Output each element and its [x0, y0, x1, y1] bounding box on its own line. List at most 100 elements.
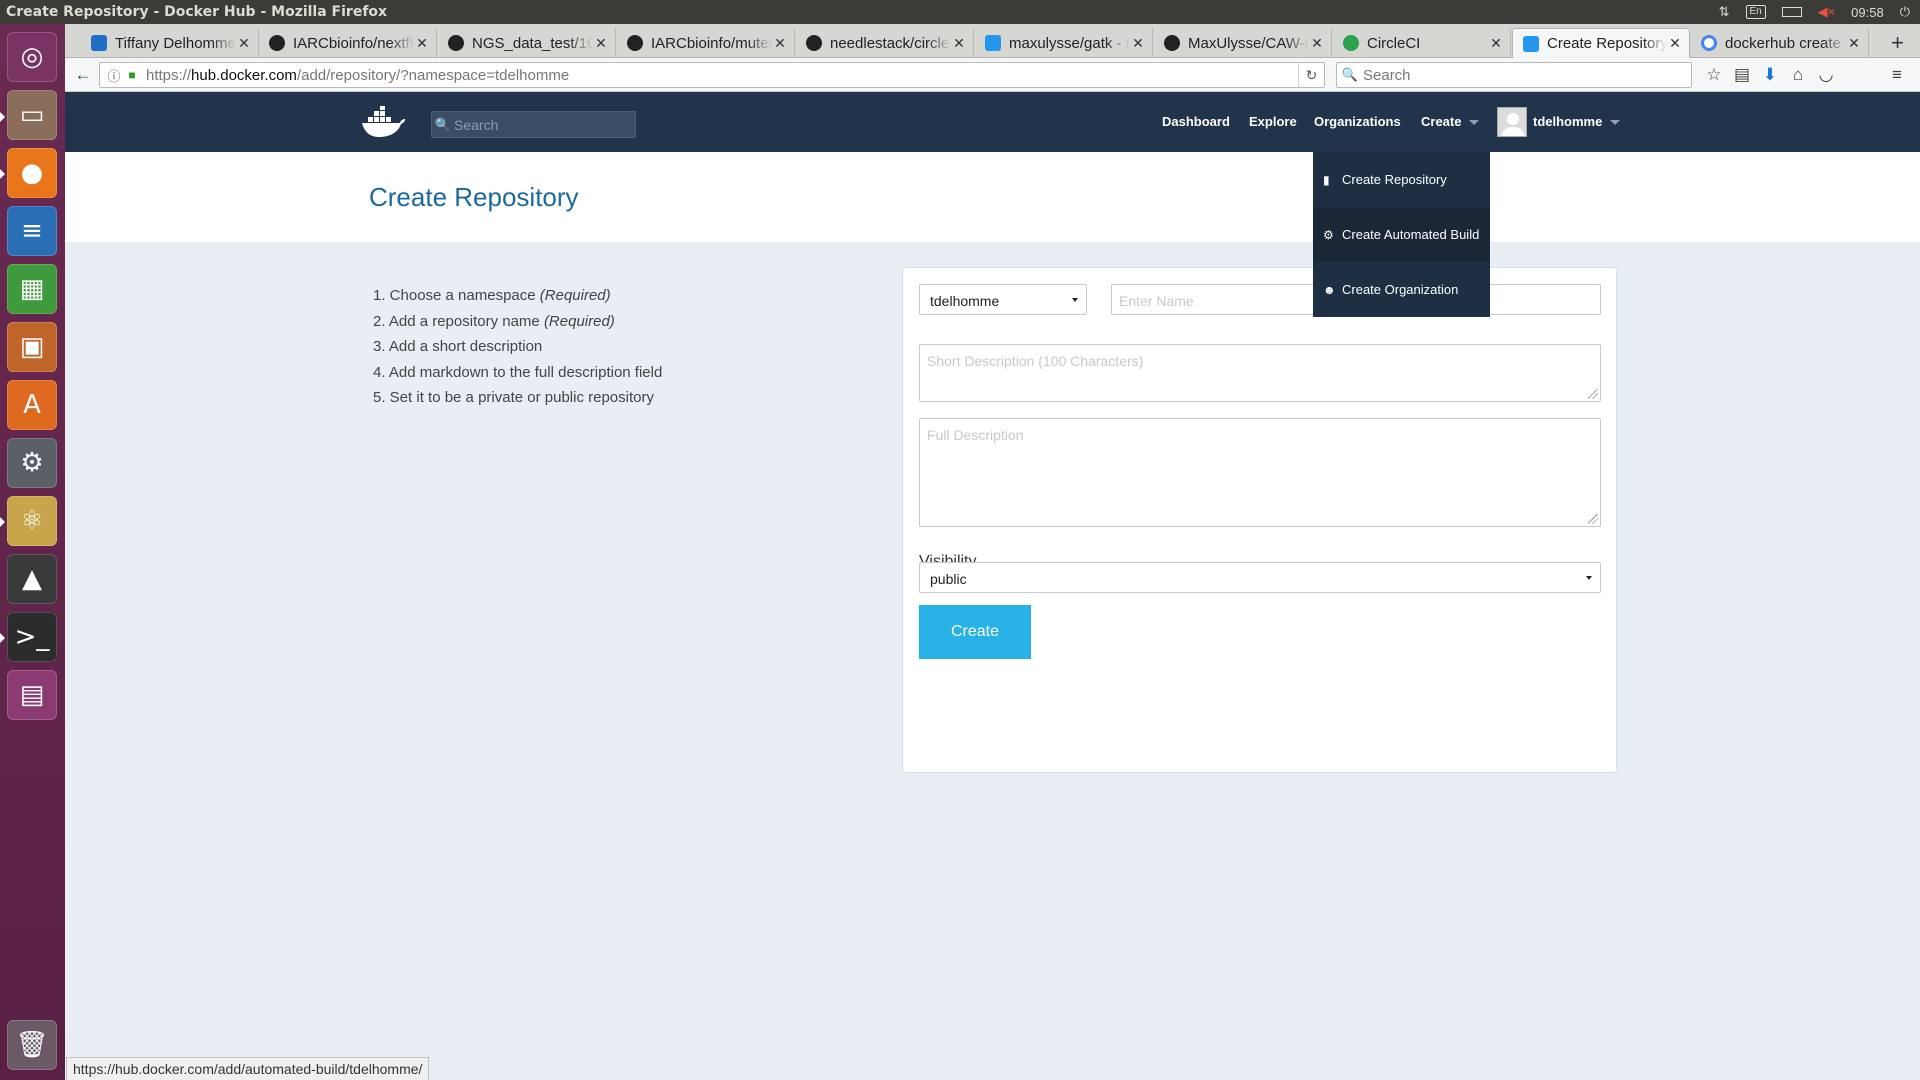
system-indicators: ⇅ En ◀× 09:58 ⏻ — [1719, 0, 1910, 24]
browser-tab[interactable]: NGS_data_test/10 ✕ — [438, 28, 616, 58]
namespace-value: tdelhomme — [930, 293, 1000, 309]
close-tab-icon[interactable]: ✕ — [951, 35, 967, 52]
reload-icon[interactable]: ↻ — [1298, 63, 1324, 87]
search-icon: 🔍 — [434, 116, 452, 132]
close-tab-icon[interactable]: ✕ — [1667, 35, 1683, 52]
back-icon[interactable]: ← — [71, 63, 95, 87]
browser-tab[interactable]: MaxUlysse/CAW-containers ✕ — [1154, 28, 1332, 58]
settings-icon[interactable]: ⚙ — [7, 438, 57, 488]
tab-label: MaxUlysse/CAW-containers — [1188, 34, 1309, 52]
home-icon[interactable]: ⌂ — [1786, 63, 1810, 87]
tab-label: Tiffany Delhomme — [115, 34, 236, 52]
bookmark-star-icon[interactable]: ☆ — [1702, 63, 1726, 87]
search-icon: 🔍 — [1341, 67, 1359, 82]
impress-icon[interactable]: ▣ — [7, 322, 57, 372]
name-placeholder: Enter Name — [1119, 293, 1194, 309]
atom-icon[interactable]: ⚛ — [7, 496, 57, 546]
create-button[interactable]: Create — [919, 605, 1031, 659]
nav-create[interactable]: Create — [1421, 114, 1480, 129]
page-title: Create Repository — [369, 182, 579, 212]
calc-icon[interactable]: ▦ — [7, 264, 57, 314]
network-icon[interactable]: ⇅ — [1719, 3, 1730, 21]
lock-icon: ■ — [128, 68, 136, 82]
new-tab-icon[interactable]: + — [1891, 30, 1904, 56]
window-title: Create Repository - Docker Hub - Mozilla… — [6, 4, 388, 20]
resize-handle-icon[interactable] — [1588, 389, 1598, 399]
tab-label: CircleCI — [1367, 34, 1421, 52]
github-icon — [1164, 35, 1180, 51]
visibility-select[interactable]: public — [919, 562, 1601, 593]
reading-list-icon[interactable]: ▤ — [1730, 63, 1754, 87]
namespace-select[interactable]: tdelhomme — [919, 284, 1087, 315]
nav-organizations[interactable]: Organizations — [1314, 114, 1401, 129]
instruction-step: 1. Choose a namespace (Required) — [373, 287, 611, 304]
caret-down-icon — [1586, 575, 1592, 580]
docker-icon — [1523, 35, 1539, 52]
menu-item-create-automated-build[interactable]: ⚙ Create Automated Build — [1313, 207, 1490, 262]
browser-tab[interactable]: Tiffany Delhomme ✕ — [81, 28, 259, 58]
workspace-switcher-icon[interactable]: ▤ — [7, 670, 57, 720]
resize-handle-icon[interactable] — [1588, 514, 1598, 524]
username: tdelhomme — [1533, 114, 1603, 129]
url-text: https://hub.docker.com/add/repository/?n… — [146, 66, 570, 84]
instruction-step: 3. Add a short description — [373, 338, 543, 355]
full-description-textarea[interactable]: Full Description — [919, 418, 1601, 527]
nav-dashboard[interactable]: Dashboard — [1162, 114, 1230, 129]
close-tab-icon[interactable]: ✕ — [1130, 35, 1146, 52]
tab-bar: Tiffany Delhomme ✕ IARCbioinfo/nextflow … — [65, 24, 1920, 58]
close-tab-icon[interactable]: ✕ — [593, 35, 609, 52]
docker-icon — [985, 35, 1001, 51]
browser-tab[interactable]: dockerhub create ✕ — [1691, 28, 1869, 58]
close-tab-icon[interactable]: ✕ — [1488, 35, 1504, 52]
close-tab-icon[interactable]: ✕ — [236, 35, 252, 52]
tab-label: NGS_data_test/10 — [472, 34, 593, 52]
browser-tab[interactable]: needlestack/circleci ✕ — [796, 28, 974, 58]
url-bar[interactable]: ⓘ ■ https://hub.docker.com/add/repositor… — [99, 62, 1325, 88]
keyboard-indicator[interactable]: En — [1745, 5, 1766, 19]
menu-icon[interactable]: ≡ — [1885, 63, 1909, 87]
firefox-icon[interactable]: ● — [7, 148, 57, 198]
sound-muted-icon[interactable]: ◀× — [1818, 3, 1836, 21]
trash-icon[interactable]: 🗑 — [7, 1020, 57, 1070]
running-indicator — [0, 169, 5, 179]
files-icon[interactable]: ▭ — [7, 90, 57, 140]
nav-explore[interactable]: Explore — [1249, 114, 1297, 129]
battery-icon[interactable] — [1781, 3, 1802, 21]
caret-down-icon — [1469, 120, 1480, 126]
close-tab-icon[interactable]: ✕ — [1309, 35, 1325, 52]
google-icon — [1701, 35, 1717, 51]
power-icon[interactable]: ⏻ — [1900, 3, 1910, 21]
browser-tab-active[interactable]: Create Repository ✕ — [1512, 28, 1690, 58]
ubuntu-dash-icon[interactable]: ◎ — [7, 32, 57, 82]
caret-down-icon — [1610, 120, 1621, 126]
page-viewport: 🔍 Search Dashboard Explore Organizations… — [65, 92, 1920, 1080]
user-menu[interactable]: tdelhomme — [1533, 114, 1621, 129]
software-center-icon[interactable]: A — [7, 380, 57, 430]
browser-tab[interactable]: maxulysse/gatk - Docker ✕ — [975, 28, 1153, 58]
create-repository-form: tdelhomme Enter Name Short Description (… — [902, 267, 1617, 773]
browser-search-input[interactable]: 🔍 Search — [1336, 62, 1692, 88]
menu-item-create-repository[interactable]: ▮ Create Repository — [1313, 152, 1490, 207]
pocket-icon[interactable]: ◡ — [1814, 63, 1838, 87]
browser-tab[interactable]: IARCbioinfo/nextflow ✕ — [259, 28, 437, 58]
short-description-textarea[interactable]: Short Description (100 Characters) — [919, 344, 1601, 402]
downloads-icon[interactable]: ⬇ — [1758, 63, 1782, 87]
browser-tab[interactable]: IARCbioinfo/mutect ✕ — [617, 28, 795, 58]
writer-icon[interactable]: ≡ — [7, 206, 57, 256]
close-tab-icon[interactable]: ✕ — [414, 35, 430, 52]
menu-item-create-organization[interactable]: ☻ Create Organization — [1313, 262, 1490, 317]
avatar[interactable] — [1497, 107, 1527, 137]
close-tab-icon[interactable]: ✕ — [1846, 35, 1862, 52]
browser-tab[interactable]: CircleCI ✕ — [1333, 28, 1511, 58]
terminal-icon[interactable]: >_ — [7, 612, 57, 662]
github-icon — [806, 35, 822, 51]
close-tab-icon[interactable]: ✕ — [772, 35, 788, 52]
clock[interactable]: 09:58 — [1851, 3, 1884, 21]
top-panel: Create Repository - Docker Hub - Mozilla… — [0, 0, 1920, 24]
instruction-step: 4. Add markdown to the full description … — [373, 363, 663, 381]
info-icon[interactable]: ⓘ — [104, 66, 124, 85]
dockerhub-search-input[interactable]: 🔍 Search — [431, 111, 636, 138]
inkscape-icon[interactable]: ▲ — [7, 554, 57, 604]
instructions-list: 1. Choose a namespace (Required) 2. Add … — [373, 283, 662, 411]
docker-logo-icon[interactable] — [360, 106, 406, 138]
